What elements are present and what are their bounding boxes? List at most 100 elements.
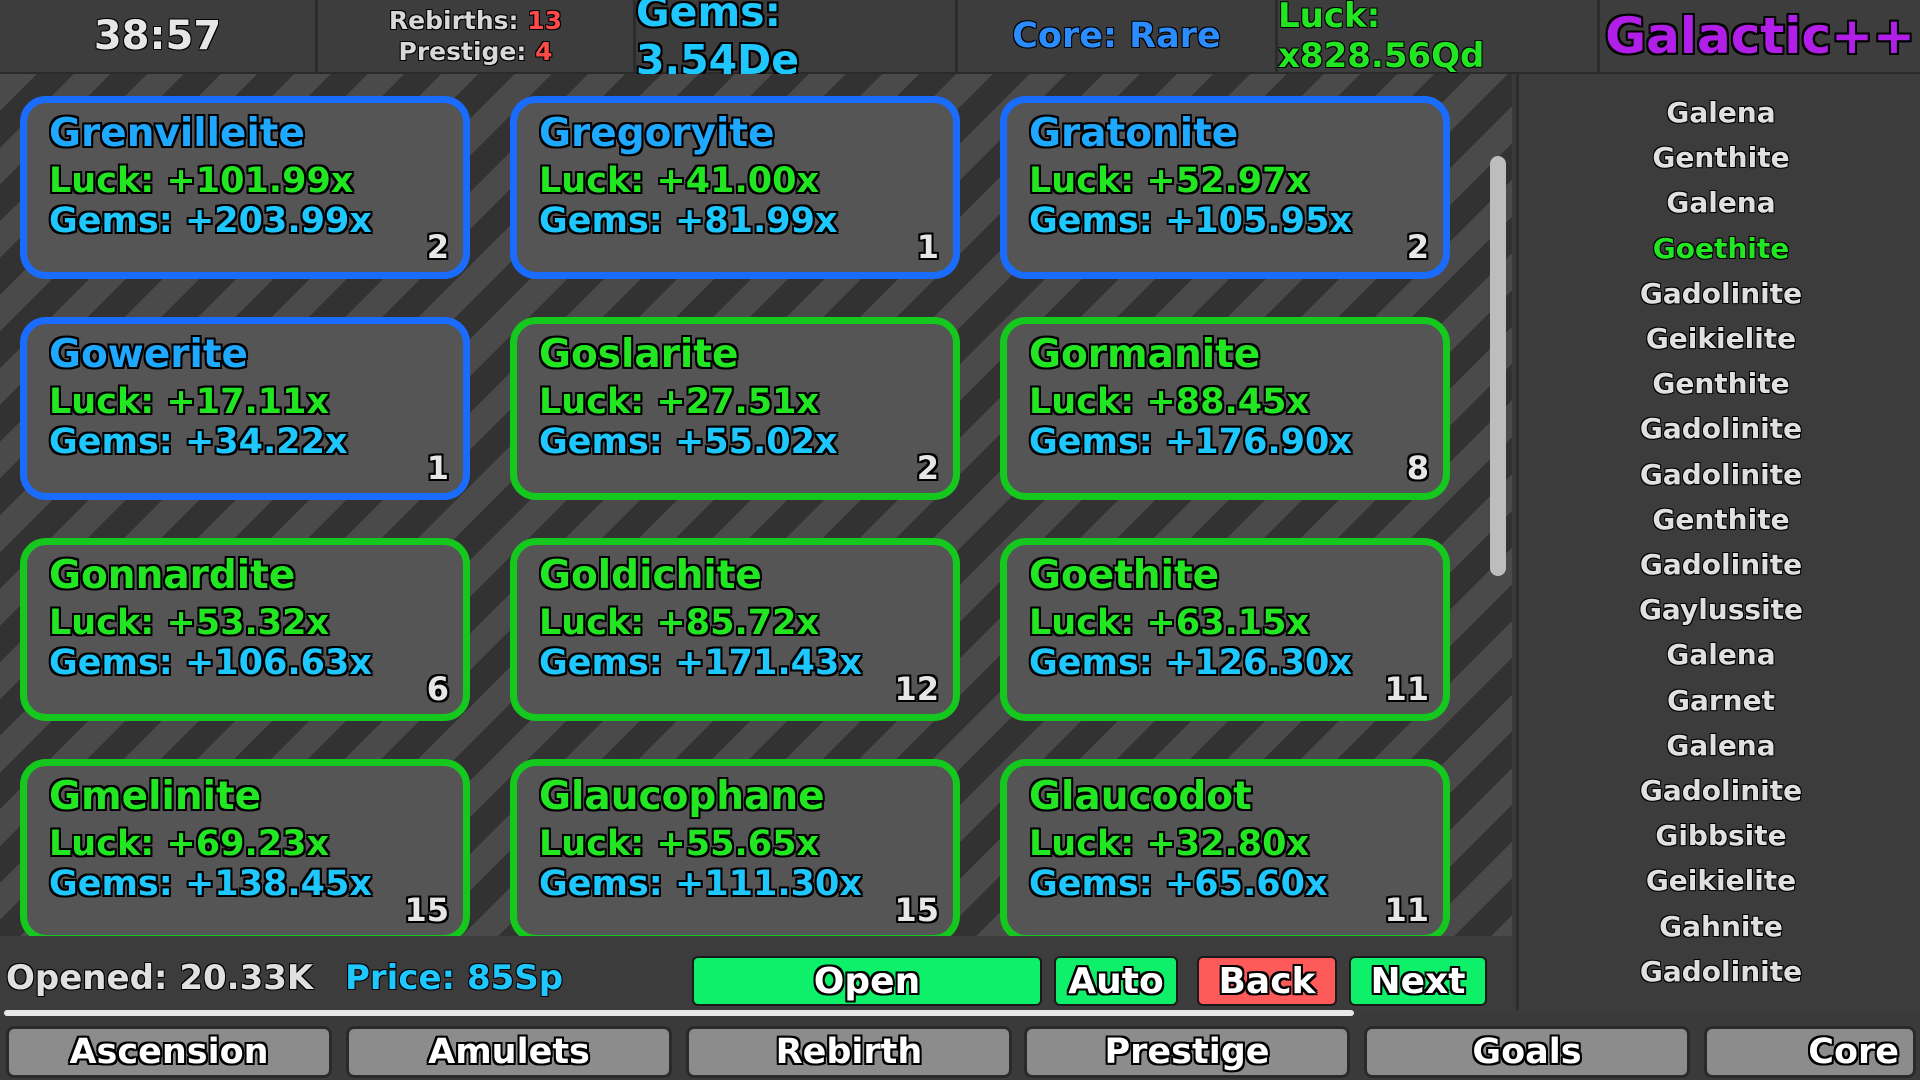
ore-name: Gormanite — [1029, 332, 1261, 377]
ore-grid[interactable]: Grenvilleite Luck: +101.99x Gems: +203.99x… — [0, 74, 1512, 936]
core-status: Core: Rare — [958, 0, 1278, 72]
ore-gems: Gems: +176.90x — [1029, 422, 1352, 462]
ore-count: 1 — [916, 228, 939, 266]
ore-count: 6 — [426, 670, 449, 708]
core-label: Core: — [1012, 16, 1117, 56]
ore-count: 2 — [426, 228, 449, 266]
drop-list-item: Galena — [1666, 96, 1776, 129]
ore-card[interactable]: Gonnardite Luck: +53.32x Gems: +106.63x 6 — [20, 538, 470, 721]
ore-gems: Gems: +105.95x — [1029, 201, 1352, 241]
horizontal-scrollbar[interactable] — [4, 1010, 1354, 1016]
ore-name: Goethite — [1029, 553, 1220, 598]
ore-gems: Gems: +203.99x — [49, 201, 372, 241]
ore-count: 15 — [894, 891, 939, 929]
drop-list-item: Galena — [1666, 186, 1776, 220]
prestige-line: Prestige: 4 — [399, 36, 553, 67]
timer-text: 38:57 — [93, 13, 222, 59]
drop-list-item: Geikielite — [1645, 864, 1797, 898]
timer: 38:57 — [0, 0, 318, 72]
core-value: Rare — [1129, 16, 1221, 56]
ore-luck: Luck: +69.23x — [49, 824, 330, 864]
ore-card[interactable]: Gratonite Luck: +52.97x Gems: +105.95x 2 — [1000, 96, 1450, 279]
rebirths-label: Rebirths: — [388, 6, 519, 35]
ore-name: Glaucodot — [1029, 774, 1252, 819]
ore-gems: Gems: +34.22x — [49, 422, 348, 462]
nav-core-button[interactable]: Core — [1704, 1026, 1916, 1078]
ore-luck: Luck: +52.97x — [1029, 161, 1310, 201]
grid-scrollbar[interactable] — [1490, 156, 1506, 576]
ore-name: Goldichite — [539, 553, 762, 598]
rebirths-value: 13 — [527, 6, 563, 35]
ore-gems: Gems: +138.45x — [49, 864, 372, 904]
ore-card[interactable]: Gormanite Luck: +88.45x Gems: +176.90x 8 — [1000, 317, 1450, 500]
ore-card[interactable]: Gowerite Luck: +17.11x Gems: +34.22x 1 — [20, 317, 470, 500]
ore-name: Gmelinite — [49, 774, 262, 819]
tier-title: Galactic++ — [1600, 0, 1920, 72]
nav-prestige-button[interactable]: Prestige — [1024, 1026, 1350, 1078]
ore-card[interactable]: Gregoryite Luck: +41.00x Gems: +81.99x 1 — [510, 96, 960, 279]
ore-count: 12 — [894, 670, 939, 708]
ore-luck: Luck: +101.99x — [49, 161, 354, 201]
top-status-bar: 38:57 Rebirths: 13 Prestige: 4 Gems: 3.5… — [0, 0, 1920, 84]
drop-list-item: Gaylussite — [1638, 593, 1804, 627]
ore-gems: Gems: +171.43x — [539, 643, 862, 683]
tier-title-text: Galactic++ — [1605, 7, 1915, 65]
back-button[interactable]: Back — [1197, 956, 1337, 1006]
rebirths-line: Rebirths: 13 — [389, 5, 562, 36]
ore-gems: Gems: +106.63x — [49, 643, 372, 683]
ore-card[interactable]: Gmelinite Luck: +69.23x Gems: +138.45x 15 — [20, 759, 470, 936]
ore-count: 15 — [404, 891, 449, 929]
drop-list-item: Gadolinite — [1639, 774, 1803, 807]
drop-list-item: Genthite — [1652, 367, 1790, 401]
ore-count: 11 — [1384, 670, 1429, 708]
ore-gems: Gems: +126.30x — [1029, 643, 1352, 683]
action-bar: Opened: 20.33K Price: 85Sp Open Auto Bac… — [0, 936, 1512, 1010]
ore-card[interactable]: Goethite Luck: +63.15x Gems: +126.30x 11 — [1000, 538, 1450, 721]
drop-list-item: Gibbsite — [1655, 819, 1787, 853]
rebirth-prestige-counter: Rebirths: 13 Prestige: 4 — [318, 0, 636, 72]
luck-multiplier: Luck: x828.56Qd — [1278, 0, 1600, 76]
nav-ascension-button[interactable]: Ascension — [6, 1026, 332, 1078]
ore-card[interactable]: Grenvilleite Luck: +101.99x Gems: +203.99x… — [20, 96, 470, 279]
ore-card[interactable]: Glaucophane Luck: +55.65x Gems: +111.30x 15 — [510, 759, 960, 936]
drop-list-item: Gadolinite — [1639, 412, 1803, 446]
ore-count: 8 — [1406, 449, 1429, 487]
ore-count: 1 — [426, 449, 449, 487]
drop-list-item: Garnet — [1667, 683, 1775, 717]
ore-name: Gowerite — [49, 332, 248, 377]
ore-luck: Luck: +27.51x — [539, 382, 820, 422]
ore-gems: Gems: +111.30x — [539, 864, 862, 904]
drop-list-item: Gadolinite — [1639, 457, 1803, 491]
drop-list-item: Genthite — [1652, 141, 1790, 175]
ore-name: Goslarite — [539, 332, 739, 377]
drop-list-item: Gadolinite — [1639, 276, 1803, 310]
ore-luck: Luck: +88.45x — [1029, 382, 1310, 422]
drop-list-item: Gadolinite — [1639, 548, 1803, 581]
nav-rebirth-button[interactable]: Rebirth — [686, 1026, 1012, 1078]
ore-count: 11 — [1384, 891, 1429, 929]
nav-goals-button[interactable]: Goals — [1364, 1026, 1690, 1078]
auto-button[interactable]: Auto — [1054, 956, 1178, 1006]
drop-list-item: Galena — [1666, 638, 1776, 672]
next-button[interactable]: Next — [1349, 956, 1487, 1006]
drop-list-item: Gahnite — [1659, 909, 1783, 943]
nav-amulets-button[interactable]: Amulets — [346, 1026, 672, 1078]
ore-card[interactable]: Goslarite Luck: +27.51x Gems: +55.02x 2 — [510, 317, 960, 500]
ore-luck: Luck: +63.15x — [1029, 603, 1310, 643]
ore-name: Gregoryite — [539, 111, 775, 156]
open-button[interactable]: Open — [692, 956, 1042, 1006]
opened-count: Opened: 20.33K — [6, 958, 314, 998]
drop-list-item: Gadolinite — [1639, 954, 1803, 988]
ore-card[interactable]: Goldichite Luck: +85.72x Gems: +171.43x 12 — [510, 538, 960, 721]
ore-gems: Gems: +81.99x — [539, 201, 838, 241]
ore-count: 2 — [1406, 228, 1429, 266]
ore-card[interactable]: Glaucodot Luck: +32.80x Gems: +65.60x 11 — [1000, 759, 1450, 936]
ore-name: Grenvilleite — [49, 111, 305, 156]
ore-name: Gratonite — [1029, 111, 1239, 156]
open-price: Price: 85Sp — [345, 958, 564, 998]
drop-list-item: Galena — [1666, 728, 1776, 762]
prestige-label: Prestige: — [398, 37, 527, 66]
gems-text: Gems: 3.54De — [636, 0, 799, 84]
ore-count: 2 — [916, 449, 939, 487]
prestige-value: 4 — [535, 37, 553, 66]
